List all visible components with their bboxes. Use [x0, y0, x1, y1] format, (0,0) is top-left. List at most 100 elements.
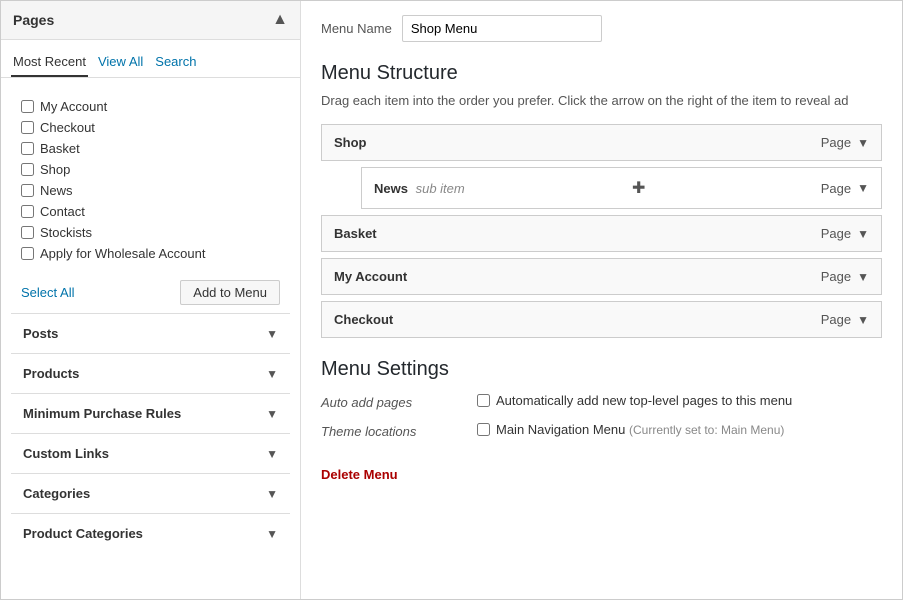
menu-item-basket: Basket Page ▼ [321, 215, 882, 252]
accordion-product-categories-title: Product Categories [23, 526, 143, 541]
menu-item-news-expand-button[interactable]: ▼ [857, 181, 869, 195]
tab-search[interactable]: Search [153, 50, 198, 77]
add-to-menu-button[interactable]: Add to Menu [180, 280, 280, 305]
menu-item-basket-expand-button[interactable]: ▼ [857, 227, 869, 241]
menu-item-shop-type: Page [821, 135, 851, 150]
page-label-checkout[interactable]: Checkout [40, 120, 95, 135]
pages-section-header: Pages ▲ [1, 1, 300, 40]
pages-tabs: Most Recent View All Search [1, 40, 300, 78]
accordion-custom-links-header[interactable]: Custom Links ▼ [11, 434, 290, 473]
page-item-checkout: Checkout [21, 117, 280, 138]
theme-location-note: (Currently set to: Main Menu) [629, 423, 784, 437]
menu-item-my-account-type: Page [821, 269, 851, 284]
menu-item-my-account-label: My Account [334, 269, 407, 284]
auto-add-pages-row: Auto add pages Automatically add new top… [321, 393, 882, 410]
chevron-down-icon: ▼ [266, 527, 278, 541]
page-item-basket: Basket [21, 138, 280, 159]
theme-locations-content: Main Navigation Menu (Currently set to: … [477, 422, 882, 437]
delete-menu-link[interactable]: Delete Menu [321, 467, 398, 482]
page-label-news[interactable]: News [40, 183, 73, 198]
menu-name-label: Menu Name [321, 21, 392, 36]
accordion-categories: Categories ▼ [11, 473, 290, 513]
theme-locations-checkbox[interactable] [477, 423, 490, 436]
accordion-minimum-purchase-rules-header[interactable]: Minimum Purchase Rules ▼ [11, 394, 290, 433]
page-label-contact[interactable]: Contact [40, 204, 85, 219]
menu-settings-title: Menu Settings [321, 358, 882, 381]
menu-structure-title: Menu Structure [321, 62, 882, 85]
sub-item-wrapper-news: News sub item ✚ Page ▼ [361, 167, 882, 209]
menu-name-input[interactable] [402, 15, 602, 42]
auto-add-checkbox[interactable] [477, 394, 490, 407]
pages-actions: Select All Add to Menu [11, 272, 290, 313]
menu-item-basket-right: Page ▼ [821, 226, 869, 241]
pages-title: Pages [13, 12, 54, 28]
accordion-minimum-purchase-rules: Minimum Purchase Rules ▼ [11, 393, 290, 433]
page-checkbox-news[interactable] [21, 184, 34, 197]
auto-add-pages-label: Auto add pages [321, 393, 461, 410]
select-all-link[interactable]: Select All [21, 285, 74, 300]
page-label-my-account[interactable]: My Account [40, 99, 107, 114]
page-checkbox-my-account[interactable] [21, 100, 34, 113]
page-checkbox-shop[interactable] [21, 163, 34, 176]
menu-item-basket-label: Basket [334, 226, 377, 241]
accordion-categories-header[interactable]: Categories ▼ [11, 474, 290, 513]
pages-checklist: My Account Checkout Basket Shop News [11, 88, 290, 272]
page-checkbox-apply-wholesale[interactable] [21, 247, 34, 260]
page-item-apply-wholesale: Apply for Wholesale Account [21, 243, 280, 264]
accordion-posts-title: Posts [23, 326, 58, 341]
menu-item-news-title: News [374, 181, 408, 196]
page-label-stockists[interactable]: Stockists [40, 225, 92, 240]
menu-item-checkout: Checkout Page ▼ [321, 301, 882, 338]
tab-most-recent[interactable]: Most Recent [11, 50, 88, 77]
menu-item-checkout-label: Checkout [334, 312, 393, 327]
page-checkbox-checkout[interactable] [21, 121, 34, 134]
menu-item-checkout-expand-button[interactable]: ▼ [857, 313, 869, 327]
page-item-shop: Shop [21, 159, 280, 180]
menu-item-my-account-right: Page ▼ [821, 269, 869, 284]
page-checkbox-contact[interactable] [21, 205, 34, 218]
menu-item-news-type: Page [821, 181, 851, 196]
page-checkbox-basket[interactable] [21, 142, 34, 155]
auto-add-pages-text[interactable]: Automatically add new top-level pages to… [496, 393, 792, 408]
page-item-news: News [21, 180, 280, 201]
chevron-down-icon: ▼ [266, 447, 278, 461]
drag-handle-icon[interactable]: ✚ [632, 178, 645, 198]
page-label-basket[interactable]: Basket [40, 141, 80, 156]
drag-hint-text: Drag each item into the order you prefer… [321, 93, 882, 108]
accordion-categories-title: Categories [23, 486, 90, 501]
left-panel: Pages ▲ Most Recent View All Search My A… [1, 1, 301, 599]
menu-item-checkout-type: Page [821, 312, 851, 327]
accordion-products-header[interactable]: Products ▼ [11, 354, 290, 393]
chevron-down-icon: ▼ [266, 487, 278, 501]
menu-item-shop-expand-button[interactable]: ▼ [857, 136, 869, 150]
theme-locations-text[interactable]: Main Navigation Menu (Currently set to: … [496, 422, 784, 437]
accordion-custom-links: Custom Links ▼ [11, 433, 290, 473]
menu-item-my-account: My Account Page ▼ [321, 258, 882, 295]
accordion-product-categories: Product Categories ▼ [11, 513, 290, 553]
theme-locations-row: Theme locations Main Navigation Menu (Cu… [321, 422, 882, 439]
accordion-products: Products ▼ [11, 353, 290, 393]
chevron-down-icon: ▼ [266, 327, 278, 341]
page-item-my-account: My Account [21, 96, 280, 117]
auto-add-pages-content: Automatically add new top-level pages to… [477, 393, 882, 408]
accordion-minimum-purchase-rules-title: Minimum Purchase Rules [23, 406, 181, 421]
theme-location-name: Main Navigation Menu [496, 422, 625, 437]
menu-item-news-sub-tag: sub item [416, 181, 465, 196]
chevron-down-icon: ▼ [266, 367, 278, 381]
menu-item-shop-right: Page ▼ [821, 135, 869, 150]
page-checkbox-stockists[interactable] [21, 226, 34, 239]
menu-name-row: Menu Name [321, 15, 882, 42]
accordion-products-title: Products [23, 366, 79, 381]
accordion-product-categories-header[interactable]: Product Categories ▼ [11, 514, 290, 553]
page-label-shop[interactable]: Shop [40, 162, 70, 177]
accordion-posts-header[interactable]: Posts ▼ [11, 314, 290, 353]
menu-item-my-account-expand-button[interactable]: ▼ [857, 270, 869, 284]
menu-settings-section: Menu Settings Auto add pages Automatical… [321, 358, 882, 482]
tab-view-all[interactable]: View All [96, 50, 145, 77]
menu-item-news: News sub item ✚ Page ▼ [361, 167, 882, 209]
page-label-apply-wholesale[interactable]: Apply for Wholesale Account [40, 246, 205, 261]
pages-collapse-button[interactable]: ▲ [272, 11, 288, 29]
accordion-posts: Posts ▼ [11, 313, 290, 353]
menu-item-news-right: Page ▼ [821, 181, 869, 196]
menu-item-news-label: News sub item [374, 181, 465, 196]
